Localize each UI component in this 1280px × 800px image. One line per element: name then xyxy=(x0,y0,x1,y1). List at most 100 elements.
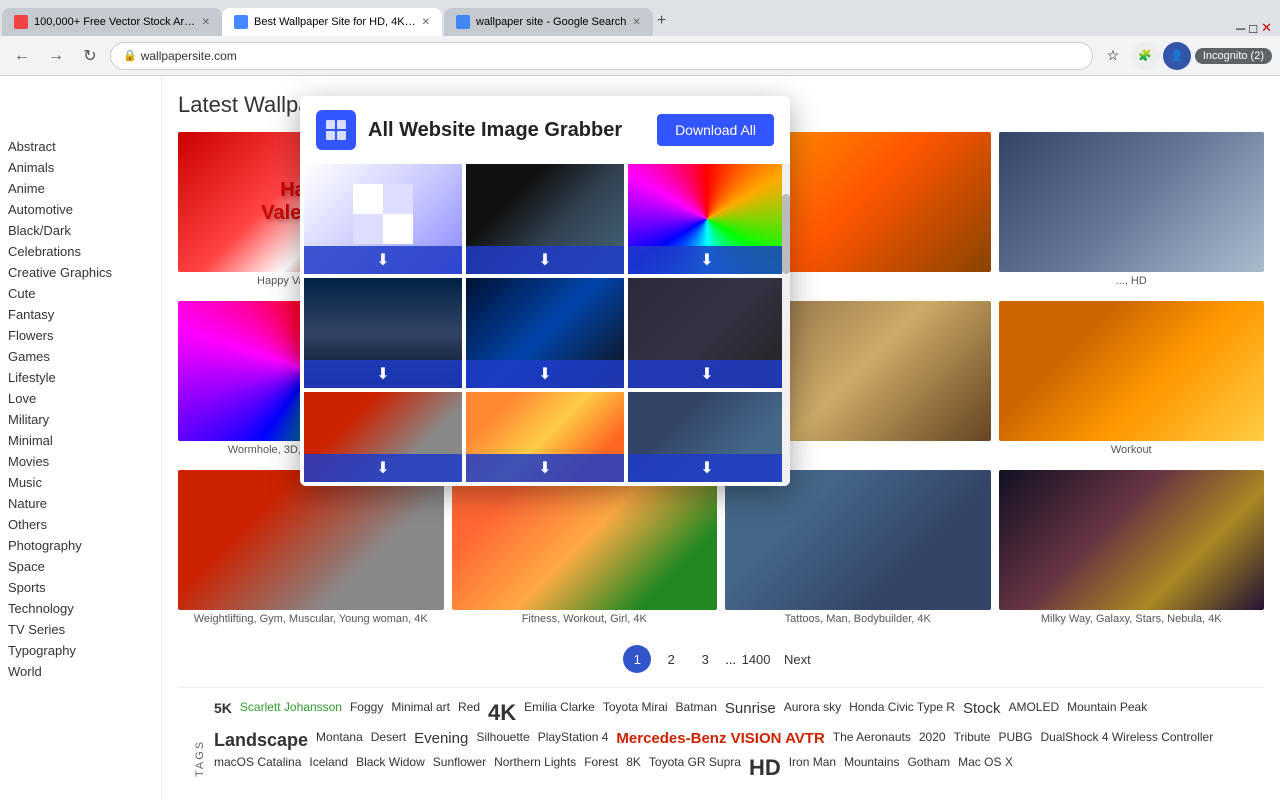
sidebar-item-movies[interactable]: Movies xyxy=(0,451,161,472)
popup-download-btn-3[interactable]: ⬇ xyxy=(628,246,786,274)
tag-mountains[interactable]: Mountains xyxy=(844,755,899,781)
wallpaper-item-9[interactable]: Weightlifting, Gym, Muscular, Young woma… xyxy=(178,470,444,631)
tag-sunflower[interactable]: Sunflower xyxy=(433,755,486,781)
page-btn-3[interactable]: 3 xyxy=(691,645,719,673)
extensions-icon[interactable]: 🧩 xyxy=(1131,42,1159,70)
new-tab-button[interactable]: + xyxy=(657,12,666,30)
download-all-button[interactable]: Download All xyxy=(657,114,774,146)
maximize-button[interactable]: □ xyxy=(1249,21,1257,36)
tag-amoled[interactable]: AMOLED xyxy=(1008,700,1059,726)
wallpaper-item-4[interactable]: ..., HD xyxy=(999,132,1265,293)
tab-1[interactable]: 100,000+ Free Vector Stock Art ... ✕ xyxy=(2,8,222,36)
tag-mac-os-x[interactable]: Mac OS X xyxy=(958,755,1013,781)
sidebar-item-world[interactable]: World xyxy=(0,661,161,682)
tag-aeronauts[interactable]: The Aeronauts xyxy=(833,730,911,751)
tag-sunrise[interactable]: Sunrise xyxy=(725,700,776,726)
page-btn-1400[interactable]: 1400 xyxy=(742,645,770,673)
tag-8k[interactable]: 8K xyxy=(626,755,641,781)
popup-item-2[interactable]: ⬇ xyxy=(466,164,624,274)
tab-3-close[interactable]: ✕ xyxy=(632,17,640,28)
wallpaper-item-10[interactable]: Fitness, Workout, Girl, 4K xyxy=(452,470,718,631)
sidebar-item-flowers[interactable]: Flowers xyxy=(0,325,161,346)
sidebar-item-creative-graphics[interactable]: Creative Graphics xyxy=(0,262,161,283)
tag-red[interactable]: Red xyxy=(458,700,480,726)
tag-honda[interactable]: Honda Civic Type R xyxy=(849,700,955,726)
sidebar-item-photography[interactable]: Photography xyxy=(0,535,161,556)
tag-playstation[interactable]: PlayStation 4 xyxy=(538,730,609,751)
tag-iron-man[interactable]: Iron Man xyxy=(789,755,836,781)
tag-landscape[interactable]: Landscape xyxy=(214,730,308,751)
reload-button[interactable]: ↻ xyxy=(76,42,104,70)
tag-aurora[interactable]: Aurora sky xyxy=(784,700,841,726)
sidebar-item-cute[interactable]: Cute xyxy=(0,283,161,304)
tag-pubg[interactable]: PUBG xyxy=(998,730,1032,751)
tag-mercedes[interactable]: Mercedes-Benz VISION AVTR xyxy=(616,730,824,751)
tag-batman[interactable]: Batman xyxy=(676,700,717,726)
popup-download-btn-9[interactable]: ⬇ xyxy=(628,454,786,482)
tag-5k[interactable]: 5K xyxy=(214,700,232,726)
tag-minimal-art[interactable]: Minimal art xyxy=(391,700,450,726)
close-button[interactable]: ✕ xyxy=(1261,20,1272,36)
popup-download-btn-6[interactable]: ⬇ xyxy=(628,360,786,388)
bookmark-icon[interactable]: ☆ xyxy=(1099,42,1127,70)
tag-northern-lights[interactable]: Northern Lights xyxy=(494,755,576,781)
sidebar-item-sports[interactable]: Sports xyxy=(0,577,161,598)
sidebar-item-music[interactable]: Music xyxy=(0,472,161,493)
popup-item-7[interactable]: ⬇ xyxy=(304,392,462,482)
sidebar-item-abstract[interactable]: Abstract xyxy=(0,136,161,157)
address-bar[interactable]: 🔒 wallpapersite.com xyxy=(110,42,1093,70)
sidebar-item-technology[interactable]: Technology xyxy=(0,598,161,619)
sidebar-item-love[interactable]: Love xyxy=(0,388,161,409)
tag-black-widow[interactable]: Black Widow xyxy=(356,755,425,781)
sidebar-item-minimal[interactable]: Minimal xyxy=(0,430,161,451)
page-btn-2[interactable]: 2 xyxy=(657,645,685,673)
sidebar-item-nature[interactable]: Nature xyxy=(0,493,161,514)
sidebar-item-animals[interactable]: Animals xyxy=(0,157,161,178)
tab-1-close[interactable]: ✕ xyxy=(202,17,210,28)
tag-gotham[interactable]: Gotham xyxy=(907,755,950,781)
tag-dualshock[interactable]: DualShock 4 Wireless Controller xyxy=(1040,730,1213,751)
popup-item-5[interactable]: ⬇ xyxy=(466,278,624,388)
popup-scrollbar[interactable] xyxy=(782,164,790,486)
sidebar-item-automotive[interactable]: Automotive xyxy=(0,199,161,220)
sidebar-item-typography[interactable]: Typography xyxy=(0,640,161,661)
sidebar-item-others[interactable]: Others xyxy=(0,514,161,535)
tag-4k[interactable]: 4K xyxy=(488,700,516,726)
popup-download-btn-5[interactable]: ⬇ xyxy=(466,360,624,388)
popup-download-btn-1[interactable]: ⬇ xyxy=(304,246,462,274)
tag-stock[interactable]: Stock xyxy=(963,700,1001,726)
popup-item-1[interactable]: ⬇ xyxy=(304,164,462,274)
wallpaper-item-8[interactable]: Workout xyxy=(999,301,1265,462)
tag-scarlett[interactable]: Scarlett Johansson xyxy=(240,700,342,726)
page-next-button[interactable]: Next xyxy=(776,648,819,671)
popup-download-btn-8[interactable]: ⬇ xyxy=(466,454,624,482)
tag-toyota-mirai[interactable]: Toyota Mirai xyxy=(603,700,668,726)
sidebar-item-military[interactable]: Military xyxy=(0,409,161,430)
tag-iceland[interactable]: Iceland xyxy=(309,755,348,781)
tag-montana[interactable]: Montana xyxy=(316,730,363,751)
popup-item-4[interactable]: ⬇ xyxy=(304,278,462,388)
popup-item-3[interactable]: ⬇ xyxy=(628,164,786,274)
sidebar-item-blackdark[interactable]: Black/Dark xyxy=(0,220,161,241)
tag-foggy[interactable]: Foggy xyxy=(350,700,383,726)
tag-hd[interactable]: HD xyxy=(749,755,781,781)
page-btn-1[interactable]: 1 xyxy=(623,645,651,673)
tag-silhouette[interactable]: Silhouette xyxy=(476,730,529,751)
tag-toyota-supra[interactable]: Toyota GR Supra xyxy=(649,755,741,781)
sidebar-item-celebrations[interactable]: Celebrations xyxy=(0,241,161,262)
forward-button[interactable]: → xyxy=(42,42,70,70)
tag-forest[interactable]: Forest xyxy=(584,755,618,781)
tag-tribute[interactable]: Tribute xyxy=(954,730,991,751)
sidebar-item-tv-series[interactable]: TV Series xyxy=(0,619,161,640)
tag-macos[interactable]: macOS Catalina xyxy=(214,755,301,781)
tab-3[interactable]: wallpaper site - Google Search ✕ xyxy=(444,8,653,36)
popup-item-9[interactable]: ⬇ xyxy=(628,392,786,482)
popup-download-btn-7[interactable]: ⬇ xyxy=(304,454,462,482)
wallpaper-item-11[interactable]: Tattoos, Man, Bodybuilder, 4K xyxy=(725,470,991,631)
sidebar-item-space[interactable]: Space xyxy=(0,556,161,577)
popup-download-btn-4[interactable]: ⬇ xyxy=(304,360,462,388)
popup-download-btn-2[interactable]: ⬇ xyxy=(466,246,624,274)
sidebar-item-anime[interactable]: Anime xyxy=(0,178,161,199)
back-button[interactable]: ← xyxy=(8,42,36,70)
tag-evening[interactable]: Evening xyxy=(414,730,468,751)
